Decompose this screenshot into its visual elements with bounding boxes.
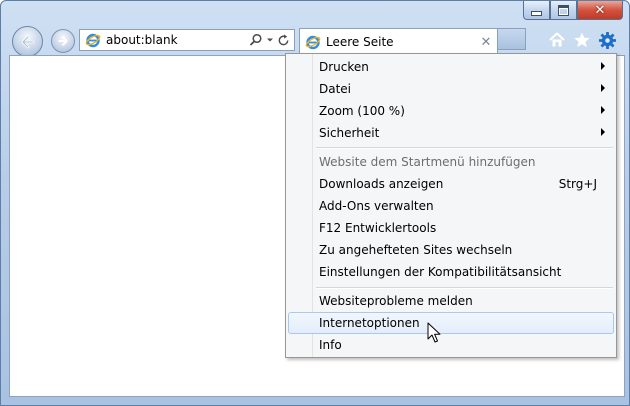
submenu-arrow-icon: [601, 128, 605, 136]
mouse-cursor-icon: [427, 322, 441, 343]
menu-item-label: Sicherheit: [319, 125, 380, 140]
favorites-star-icon[interactable]: [572, 30, 592, 50]
menu-separator: [316, 287, 613, 289]
menu-item-label: Website dem Startmenü hinzufügen: [319, 154, 536, 169]
menu-item-internetoptionen[interactable]: Internetoptionen: [288, 312, 614, 334]
dropdown-arrow-icon[interactable]: [266, 36, 274, 44]
menu-item-zoom[interactable]: Zoom (100 %): [288, 100, 614, 121]
menu-item-label: Datei: [319, 81, 352, 96]
menu-item-f12-entwicklertools[interactable]: F12 Entwicklertools: [288, 217, 614, 238]
menu-item-label: Add-Ons verwalten: [319, 198, 434, 213]
close-tab-icon[interactable]: ✕: [478, 35, 494, 50]
menu-shortcut: Strg+J: [558, 176, 597, 191]
tools-gear-icon[interactable]: [597, 30, 617, 50]
menu-item-label: Info: [319, 337, 342, 352]
ie-logo-icon: [85, 33, 101, 48]
address-bar[interactable]: about:blank: [79, 29, 295, 51]
forward-button[interactable]: [51, 29, 75, 53]
window-caption-buttons: ✕: [523, 1, 623, 20]
back-arrow-icon: [21, 35, 34, 48]
forward-arrow-icon: [58, 36, 68, 46]
menu-item-label: F12 Entwicklertools: [319, 220, 437, 235]
menu-item-label: Zu angehefteten Sites wechseln: [319, 242, 513, 257]
submenu-arrow-icon: [601, 106, 605, 114]
menu-item-websiteprobleme-melden[interactable]: Websiteprobleme melden: [288, 290, 614, 311]
menu-item-downloads-anzeigen[interactable]: Downloads anzeigen Strg+J: [288, 173, 614, 194]
new-tab-button[interactable]: [498, 28, 526, 50]
home-icon[interactable]: [547, 30, 567, 50]
menu-item-info[interactable]: Info: [288, 334, 614, 355]
menu-item-datei[interactable]: Datei: [288, 78, 614, 99]
menu-item-label: Websiteprobleme melden: [319, 293, 473, 308]
menu-item-label: Downloads anzeigen: [319, 176, 444, 191]
menu-separator: [316, 147, 613, 149]
tab-title: Leere Seite: [326, 35, 394, 49]
maximize-icon: [558, 4, 569, 16]
menu-item-addons-verwalten[interactable]: Add-Ons verwalten: [288, 195, 614, 216]
address-tools: [249, 33, 294, 47]
menu-item-label: Einstellungen der Kompatibilitätsansicht: [319, 264, 562, 279]
back-button[interactable]: [12, 26, 43, 57]
menu-item-angeheftete-sites[interactable]: Zu angehefteten Sites wechseln: [288, 239, 614, 260]
ie-logo-icon: [305, 35, 321, 50]
menu-item-label: Internetoptionen: [319, 316, 420, 330]
search-icon[interactable]: [249, 33, 263, 47]
address-input[interactable]: about:blank: [106, 33, 249, 47]
menu-item-sicherheit[interactable]: Sicherheit: [288, 122, 614, 143]
minimize-button[interactable]: [523, 1, 550, 20]
refresh-icon[interactable]: [277, 33, 290, 47]
menu-item-startmenu-hinzufuegen: Website dem Startmenü hinzufügen: [288, 151, 614, 172]
submenu-arrow-icon: [601, 84, 605, 92]
tools-menu: Drucken Datei Zoom (100 %) Sicherheit We…: [285, 53, 617, 358]
menu-item-label: Drucken: [319, 59, 369, 74]
close-window-button[interactable]: ✕: [577, 1, 623, 20]
menu-item-label: Zoom (100 %): [319, 103, 405, 118]
close-icon: ✕: [594, 2, 606, 18]
submenu-arrow-icon: [601, 62, 605, 70]
menu-item-drucken[interactable]: Drucken: [288, 56, 614, 77]
minimize-icon: [531, 10, 542, 16]
maximize-button[interactable]: [550, 1, 577, 20]
tab-leere-seite[interactable]: Leere Seite ✕: [299, 28, 498, 55]
menu-item-kompatibilitaetsansicht[interactable]: Einstellungen der Kompatibilitätsansicht: [288, 261, 614, 282]
